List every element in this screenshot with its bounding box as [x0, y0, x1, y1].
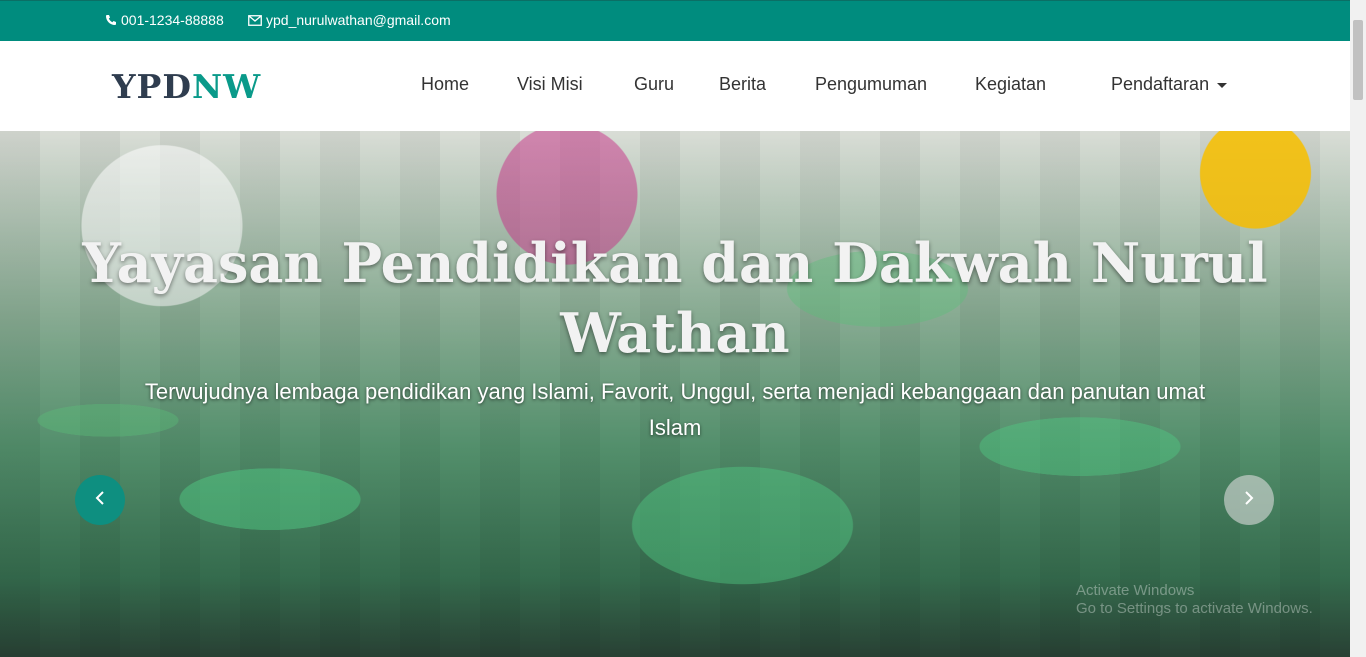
logo-text-nw: NW: [192, 67, 262, 106]
main-navbar: YPDNW Home Visi Misi Guru Berita Pengumu…: [0, 41, 1350, 131]
site-logo[interactable]: YPDNW: [112, 67, 261, 106]
nav-guru[interactable]: Guru: [634, 74, 674, 95]
phone-number: 001-1234-88888: [121, 12, 224, 28]
nav-pendaftaran-dropdown[interactable]: Pendaftaran: [1111, 74, 1228, 95]
chevron-left-icon: [94, 490, 106, 511]
nav-visi-misi[interactable]: Visi Misi: [517, 74, 583, 95]
scrollbar-thumb[interactable]: [1353, 20, 1363, 100]
top-contact-bar: 001-1234-88888 ypd_nurulwathan@gmail.com: [0, 0, 1350, 41]
caret-down-icon: [1217, 82, 1228, 88]
carousel-next-button[interactable]: [1224, 475, 1274, 525]
watermark-line2: Go to Settings to activate Windows.: [1076, 600, 1313, 617]
phone-icon: [105, 14, 117, 26]
nav-home[interactable]: Home: [421, 74, 469, 95]
email-address: ypd_nurulwathan@gmail.com: [266, 12, 451, 28]
carousel-prev-button[interactable]: [75, 475, 125, 525]
nav-kegiatan[interactable]: Kegiatan: [975, 74, 1046, 95]
hero-title: Yayasan Pendidikan dan Dakwah Nurul Wath…: [82, 231, 1268, 365]
email-contact: ypd_nurulwathan@gmail.com: [248, 12, 451, 28]
envelope-icon: [248, 14, 262, 26]
chevron-right-icon: [1243, 490, 1255, 511]
nav-pendaftaran-label: Pendaftaran: [1111, 74, 1210, 94]
hero-subtitle: Terwujudnya lembaga pendidikan yang Isla…: [144, 379, 1206, 440]
activate-windows-watermark: Activate Windows Go to Settings to activ…: [1076, 582, 1313, 618]
page-scrollbar[interactable]: [1350, 0, 1366, 657]
nav-pengumuman[interactable]: Pengumuman: [815, 74, 927, 95]
nav-berita[interactable]: Berita: [719, 74, 766, 95]
watermark-line1: Activate Windows: [1076, 582, 1195, 599]
logo-text-ypd: YPD: [112, 67, 192, 106]
phone-contact: 001-1234-88888: [105, 12, 224, 28]
